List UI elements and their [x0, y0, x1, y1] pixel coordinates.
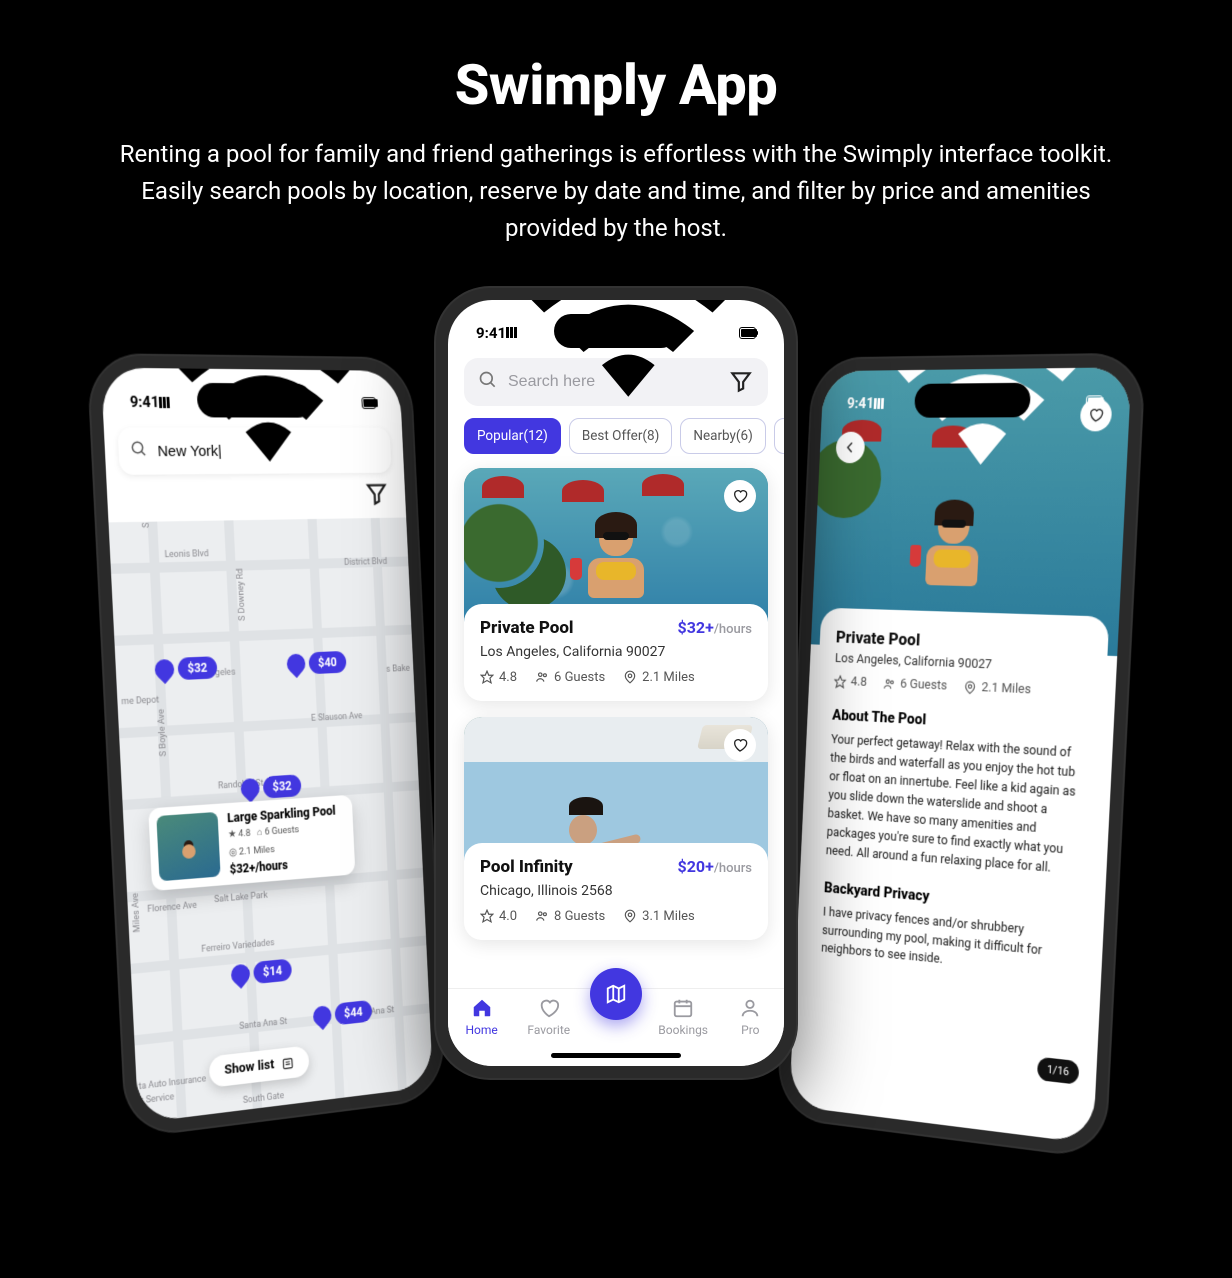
favorite-button[interactable]	[724, 729, 756, 761]
distance: 3.1 Miles	[623, 909, 695, 924]
street-label: Leonis Blvd	[164, 549, 208, 560]
tab-home[interactable]: Home	[448, 997, 515, 1037]
street-label: me Depot	[121, 695, 159, 707]
rating: 4.8	[480, 670, 517, 685]
guests-icon: ⌂ 6 Guests	[257, 824, 300, 838]
card-title: Pool Infinity	[480, 857, 573, 877]
card-price: $20+/hours	[678, 857, 752, 876]
map-pin[interactable]: $32	[154, 656, 217, 681]
phone-listing: 9:41 Popular(12) Best Offer(8) Nearby(	[436, 288, 796, 1078]
street-label: South Gate	[243, 1091, 285, 1106]
chip-pets[interactable]: Pets Frie	[774, 418, 784, 454]
phone-map: 9:41	[88, 355, 444, 1137]
guests: 8 Guests	[535, 909, 605, 924]
filter-chips: Popular(12) Best Offer(8) Nearby(6) Pets…	[448, 418, 784, 468]
card-title: Private Pool	[480, 618, 573, 638]
card-location: Los Angeles, California 90027	[480, 644, 752, 660]
tab-favorite[interactable]: Favorite	[515, 997, 582, 1037]
map-pin[interactable]: $40	[286, 650, 346, 674]
map-view[interactable]: S Soto St Leonis Blvd District Blvd me D…	[109, 517, 434, 1123]
notch	[196, 382, 313, 417]
location-icon: ◎ 2.1 Miles	[229, 844, 275, 859]
street-label: x Service	[139, 1092, 174, 1106]
cellular-icon	[159, 396, 170, 407]
street-label: S Downey Rd	[236, 568, 248, 621]
cellular-icon	[506, 327, 518, 338]
street-label: ta Auto Insurance	[138, 1074, 206, 1092]
favorite-button[interactable]	[724, 480, 756, 512]
street-label: District Blvd	[344, 557, 387, 568]
notch	[914, 382, 1031, 417]
pool-card[interactable]: Pool Infinity $20+/hours Chicago, Illino…	[464, 717, 768, 940]
distance: 2.1 Miles	[623, 670, 695, 685]
guests: 6 Guests	[883, 675, 948, 693]
about-text: Your perfect getaway! Relax with the sou…	[825, 731, 1085, 880]
filter-button[interactable]	[364, 480, 390, 508]
map-pin[interactable]: $44	[313, 999, 372, 1027]
card-location: Chicago, Illinois 2568	[480, 883, 752, 899]
map-popup-card[interactable]: Large Sparkling Pool ★ 4.8 ⌂ 6 Guests ◎ …	[148, 794, 355, 890]
battery-icon	[739, 327, 756, 339]
tab-bookings[interactable]: Bookings	[650, 997, 717, 1037]
card-price: $32+/hours	[678, 618, 752, 637]
privacy-text: I have privacy fences and/or shrubbery s…	[821, 903, 1077, 983]
tab-profile[interactable]: Pro	[717, 997, 784, 1037]
about-heading: About The Pool	[832, 705, 1087, 736]
status-time: 9:41	[129, 392, 159, 411]
street-label: S Boyle Ave	[157, 708, 169, 756]
battery-icon	[361, 397, 376, 409]
page-subtitle: Renting a pool for family and friend gat…	[116, 136, 1116, 248]
search-icon	[478, 370, 498, 394]
cellular-icon	[874, 397, 885, 408]
rating: 4.8	[834, 673, 868, 689]
star-icon: ★ 4.8	[228, 827, 251, 840]
street-label: Florence Ave	[147, 900, 197, 914]
guests: 6 Guests	[535, 670, 605, 685]
popup-thumbnail	[156, 811, 220, 880]
page-title: Swimply App	[0, 0, 1232, 118]
notch	[554, 314, 678, 348]
search-icon	[130, 439, 149, 462]
status-time: 9:41	[847, 394, 875, 412]
phone-detail: 9:41 1/16 Private Pool Los Angeles, Cali…	[778, 354, 1144, 1157]
street-label: S Soto St	[140, 517, 152, 527]
status-time: 9:41	[476, 324, 506, 342]
map-pin[interactable]: $32	[240, 774, 301, 800]
street-label: Miles Ave	[131, 892, 143, 932]
battery-icon	[1086, 395, 1103, 407]
distance: 2.1 Miles	[963, 679, 1031, 697]
show-list-button[interactable]: Show list	[209, 1045, 310, 1088]
chip-best-offer[interactable]: Best Offer(8)	[569, 418, 672, 454]
chip-popular[interactable]: Popular(12)	[464, 418, 561, 454]
street-label: s Bake	[386, 663, 410, 674]
chip-nearby[interactable]: Nearby(6)	[680, 418, 766, 454]
home-indicator	[551, 1053, 681, 1058]
pool-card[interactable]: Private Pool $32+/hours Los Angeles, Cal…	[464, 468, 768, 701]
rating: 4.0	[480, 909, 517, 924]
map-fab-button[interactable]	[590, 968, 642, 1020]
